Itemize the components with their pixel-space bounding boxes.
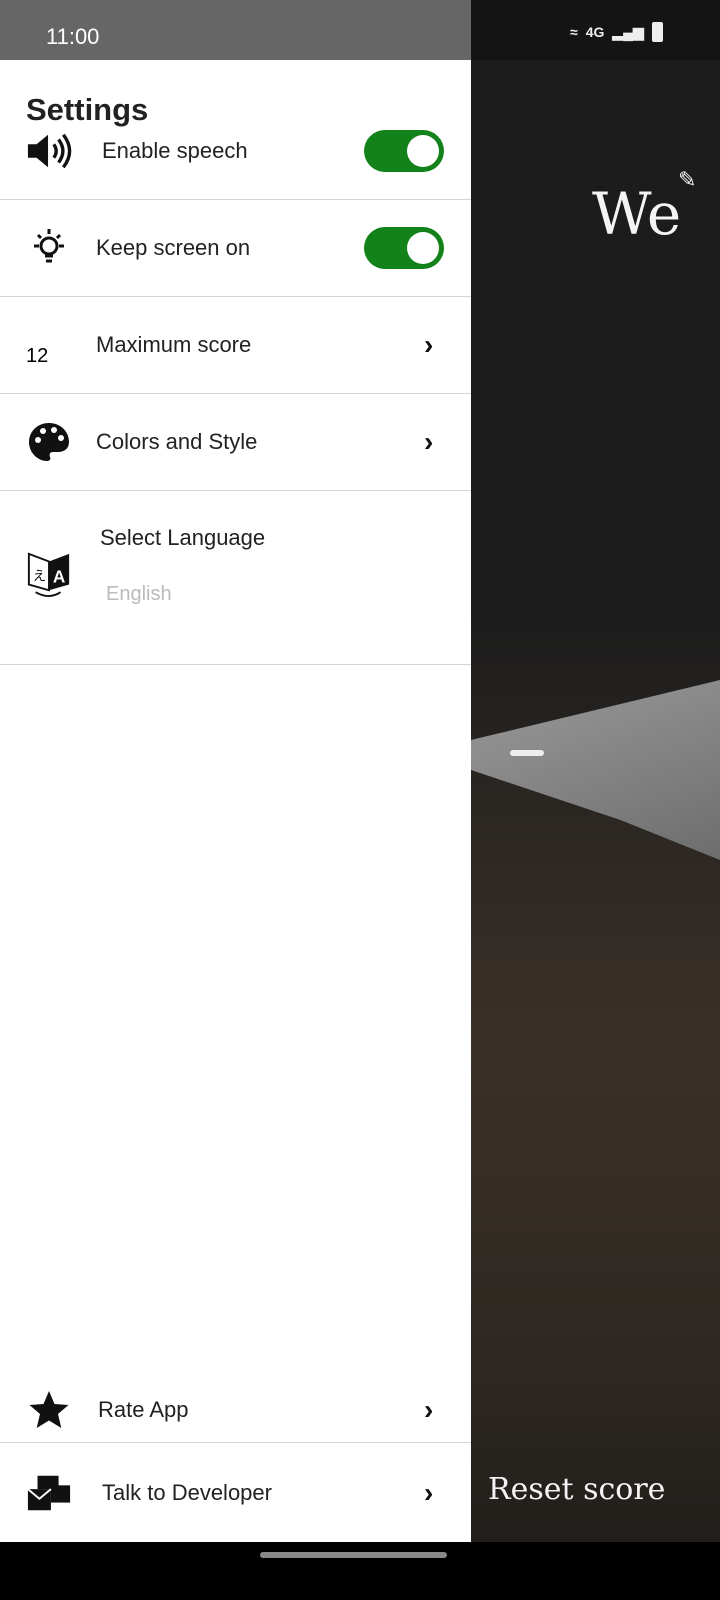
enable-speech-toggle[interactable]	[364, 130, 444, 172]
keep-screen-on-toggle[interactable]	[364, 227, 444, 269]
navigation-bar	[0, 1542, 720, 1600]
setting-keep-screen-on[interactable]: Keep screen on	[0, 200, 471, 297]
setting-colors-and-style[interactable]: Colors and Style ›	[0, 394, 471, 491]
setting-label: Maximum score	[96, 332, 252, 357]
chevron-right-icon: ›	[424, 1477, 434, 1508]
home-gesture-handle[interactable]	[260, 1552, 447, 1558]
svg-text:え: え	[33, 569, 46, 584]
talk-to-developer-item[interactable]: Talk to Developer ›	[0, 1444, 471, 1542]
setting-label: Enable speech	[102, 138, 248, 163]
translate-icon: Aえ	[26, 551, 72, 597]
star-icon	[26, 1387, 72, 1433]
chevron-right-icon: ›	[424, 426, 434, 457]
setting-enable-speech[interactable]: Enable speech	[0, 103, 471, 200]
mail-icon	[26, 1470, 72, 1516]
talk-to-developer-label: Talk to Developer	[102, 1480, 272, 1505]
speaker-icon	[26, 128, 72, 174]
lightbulb-icon	[26, 225, 72, 271]
rate-app-item[interactable]: Rate App ›	[0, 1378, 471, 1443]
setting-label: Keep screen on	[96, 235, 251, 260]
chevron-right-icon: ›	[424, 329, 434, 360]
rate-app-label: Rate App	[98, 1397, 189, 1422]
reset-score-button[interactable]: Reset score	[488, 1472, 665, 1507]
setting-select-language[interactable]: Aえ Select Language English	[0, 491, 471, 665]
score-dash	[510, 750, 544, 756]
status-icons: ≈ 4G ▂▄▆	[570, 22, 663, 42]
setting-label: Colors and Style	[96, 429, 258, 454]
chevron-right-icon: ›	[424, 1394, 434, 1425]
clock: 11:00	[46, 24, 100, 49]
network-type: 4G	[585, 24, 605, 40]
settings-drawer: 11:00 Settings Enable speech Keep screen…	[0, 0, 471, 1542]
team-name[interactable]: We	[592, 180, 681, 248]
svg-text:A: A	[53, 567, 65, 587]
twelve-icon: 12	[26, 344, 49, 367]
setting-label: Select Language	[100, 525, 266, 550]
battery-icon	[651, 22, 663, 42]
setting-maximum-score[interactable]: 12 Maximum score ›	[0, 297, 471, 394]
edit-pencil-icon[interactable]: ✎	[678, 168, 696, 193]
wifi-icon: ≈	[570, 24, 578, 40]
signal-icon: ▂▄▆	[612, 23, 644, 40]
palette-icon	[26, 419, 72, 465]
selected-language: English	[106, 583, 172, 605]
